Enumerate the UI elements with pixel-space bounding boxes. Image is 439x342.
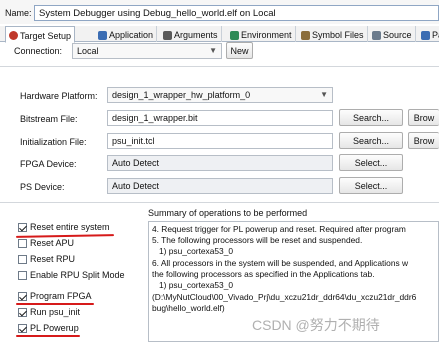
connection-select[interactable]: Local ▼ (72, 43, 222, 59)
ps-device-label: PS Device: (20, 182, 65, 192)
checkbox-box[interactable] (18, 238, 27, 248)
tab-label: Symbol Files (312, 30, 364, 40)
bitstream-label: Bitstream File: (20, 114, 78, 124)
program-fpga-checkbox[interactable]: Program FPGA (18, 289, 92, 303)
separator (0, 66, 439, 67)
init-file-input[interactable]: psu_init.tcl (107, 133, 333, 149)
connection-label: Connection: (14, 46, 63, 56)
fpga-device-select-button[interactable]: Select... (339, 154, 403, 171)
checkbox-box[interactable] (18, 270, 27, 280)
option-label: Reset APU (30, 238, 75, 248)
tab-label: Arguments (174, 30, 218, 40)
checkbox-box[interactable] (18, 323, 27, 333)
new-connection-button[interactable]: New (226, 42, 253, 59)
option-label: Program FPGA (30, 291, 92, 301)
fpga-device-label: FPGA Device: (20, 159, 77, 169)
tab-label: Application (109, 30, 154, 40)
checkbox-box[interactable] (18, 222, 27, 232)
path-icon (421, 30, 430, 40)
init-file-browse-button[interactable]: Brow (408, 132, 439, 149)
summary-line: 1) psu_cortexa53_0 (159, 280, 234, 290)
bitstream-input[interactable]: design_1_wrapper.bit (107, 110, 333, 126)
reset-entire-system-checkbox[interactable]: Reset entire system (18, 220, 110, 234)
tab-arguments[interactable]: Arguments (160, 26, 222, 42)
symbol-files-icon (301, 30, 310, 40)
hardware-platform-label: Hardware Platform: (20, 91, 98, 101)
csdn-watermark: CSDN @努力不期待 (252, 317, 380, 333)
launch-name-row: Name: System Debugger using Debug_hello_… (0, 0, 439, 24)
tab-symbol-files[interactable]: Symbol Files (298, 26, 368, 42)
pl-powerup-checkbox[interactable]: PL Powerup (18, 321, 79, 335)
option-label: Reset RPU (30, 254, 76, 264)
init-file-label: Initialization File: (20, 137, 87, 147)
checkbox-box[interactable] (18, 254, 27, 264)
option-label: Enable RPU Split Mode (30, 270, 125, 280)
target-icon (9, 31, 18, 40)
application-icon (98, 30, 107, 40)
summary-line: (D:\MyNutCloud\00_Vivado_Prj\du_xczu21dr… (152, 292, 417, 302)
option-label: PL Powerup (30, 323, 79, 333)
bitstream-browse-button[interactable]: Brow (408, 109, 439, 126)
summary-line: 4. Request trigger for PL powerup and re… (152, 224, 406, 234)
summary-line: bug\hello_world.elf) (152, 303, 225, 313)
tab-target-setup[interactable]: Target Setup (5, 26, 76, 43)
fpga-device-field: Auto Detect (107, 155, 333, 171)
reset-apu-checkbox[interactable]: Reset APU (18, 236, 74, 250)
chevron-down-icon: ▼ (320, 90, 328, 99)
summary-line: the following processors as specified in… (152, 269, 375, 279)
checkbox-box[interactable] (18, 291, 27, 301)
tab-path[interactable]: Pa (418, 26, 439, 42)
launch-name-input[interactable]: System Debugger using Debug_hello_world.… (34, 5, 439, 21)
tab-label: Target Setup (20, 30, 72, 41)
connection-value: Local (77, 46, 99, 56)
bitstream-search-button[interactable]: Search... (339, 109, 403, 126)
chevron-down-icon: ▼ (209, 46, 217, 55)
arguments-icon (163, 30, 172, 40)
checkbox-box[interactable] (18, 307, 27, 317)
ps-device-select-button[interactable]: Select... (339, 177, 403, 194)
run-psu-init-checkbox[interactable]: Run psu_init (18, 305, 80, 319)
init-file-search-button[interactable]: Search... (339, 132, 403, 149)
tab-strip: Target Setup Application Arguments Envir… (0, 26, 439, 43)
summary-line: 6. All processors in the system will be … (152, 258, 409, 268)
separator (0, 202, 439, 203)
tab-label: Pa (432, 30, 439, 40)
tab-label: Environment (241, 30, 292, 40)
reset-rpu-checkbox[interactable]: Reset RPU (18, 252, 75, 266)
summary-title: Summary of operations to be performed (148, 208, 308, 218)
ps-device-field: Auto Detect (107, 178, 333, 194)
hardware-platform-select[interactable]: design_1_wrapper_hw_platform_0 ▼ (107, 87, 333, 103)
tab-environment[interactable]: Environment (227, 26, 296, 42)
option-label: Reset entire system (30, 222, 110, 232)
enable-rpu-split-mode-checkbox[interactable]: Enable RPU Split Mode (18, 268, 125, 282)
environment-icon (230, 30, 239, 40)
hardware-platform-value: design_1_wrapper_hw_platform_0 (112, 90, 251, 100)
name-label: Name: (5, 8, 32, 18)
tab-label: Source (383, 30, 412, 40)
tab-source[interactable]: Source (369, 26, 416, 42)
tab-application[interactable]: Application (95, 26, 158, 42)
summary-line: 1) psu_cortexa53_0 (159, 246, 234, 256)
source-icon (372, 30, 381, 40)
summary-line: 5. The following processors will be rese… (152, 235, 363, 245)
option-label: Run psu_init (30, 307, 81, 317)
highlight-underline (16, 335, 80, 337)
